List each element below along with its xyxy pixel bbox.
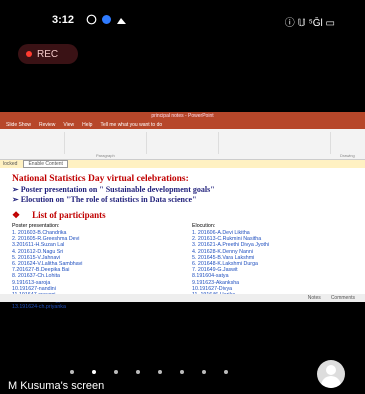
status-bar: 3:12 ⓘ 𝕌 ⁵Ḡl ▭ bbox=[0, 14, 365, 30]
ribbon-group-text bbox=[148, 132, 219, 154]
shared-screen: principal notes - PowerPoint Slide Show … bbox=[0, 112, 365, 310]
status-right-icons: ⓘ 𝕌 ⁵Ḡl ▭ bbox=[284, 18, 335, 29]
diamond-bullet-icon: ❖ bbox=[12, 210, 21, 220]
poster-row: 13.191624-ch.priyanka bbox=[12, 304, 66, 311]
bullet-elocution: ➢ Elocution on "The role of statistics i… bbox=[12, 195, 197, 204]
tab-slide-show[interactable]: Slide Show bbox=[6, 122, 31, 128]
ribbon-group-paragraph bbox=[66, 132, 147, 154]
ribbon-group-font bbox=[4, 132, 65, 154]
page-dot[interactable] bbox=[224, 370, 228, 374]
comments-button[interactable]: Comments bbox=[331, 295, 355, 301]
record-icon bbox=[26, 51, 32, 57]
whatsapp-icon bbox=[86, 13, 97, 25]
tab-review[interactable]: Review bbox=[39, 122, 55, 128]
drawing-group-label: Drawing bbox=[340, 153, 355, 158]
gallery-icon bbox=[116, 13, 127, 25]
rec-label: REC bbox=[37, 48, 59, 60]
avatar-body-icon bbox=[321, 376, 341, 388]
message-bar: locked Enable Content bbox=[0, 160, 365, 168]
screen-caption: M Kusuma's screen bbox=[8, 380, 105, 392]
status-time: 3:12 bbox=[52, 14, 75, 26]
ribbon-group-drawing bbox=[220, 132, 331, 154]
ribbon: Paragraph Drawing bbox=[0, 129, 365, 160]
elocution-heading: Elocution: bbox=[192, 223, 216, 229]
page-dot[interactable] bbox=[202, 370, 206, 374]
poster-heading: Poster presentation: bbox=[12, 223, 60, 229]
window-title: principal notes - PowerPoint bbox=[0, 112, 365, 120]
participant-avatar[interactable] bbox=[317, 360, 345, 388]
page-dot[interactable] bbox=[70, 370, 74, 374]
ribbon-tabs: Slide Show Review View Help Tell me what… bbox=[0, 120, 365, 129]
slide-title: National Statistics Day virtual celebrat… bbox=[12, 174, 189, 184]
page-dot[interactable] bbox=[180, 370, 184, 374]
notes-button[interactable]: Notes bbox=[308, 295, 321, 301]
meet-icon bbox=[101, 13, 112, 25]
participants-heading: ❖ List of participants bbox=[12, 210, 106, 220]
paragraph-group-label: Paragraph bbox=[96, 153, 115, 158]
page-dot[interactable] bbox=[114, 370, 118, 374]
page-dot[interactable] bbox=[92, 370, 96, 374]
bullet-poster: ➢ Poster presentation on " Sustainable d… bbox=[12, 185, 215, 194]
tab-view[interactable]: View bbox=[63, 122, 74, 128]
page-dot[interactable] bbox=[136, 370, 140, 374]
tab-help[interactable]: Help bbox=[82, 122, 92, 128]
avatar-head-icon bbox=[326, 365, 336, 375]
recording-indicator[interactable]: REC bbox=[18, 44, 78, 64]
slide: National Statistics Day virtual celebrat… bbox=[0, 168, 365, 311]
status-bar-bottom: Notes Comments bbox=[0, 294, 365, 302]
message-text: locked bbox=[3, 161, 18, 167]
page-indicator bbox=[70, 370, 228, 374]
enable-content-button[interactable]: Enable Content bbox=[23, 160, 68, 168]
tell-me-box[interactable]: Tell me what you want to do bbox=[100, 122, 162, 128]
page-dot[interactable] bbox=[158, 370, 162, 374]
